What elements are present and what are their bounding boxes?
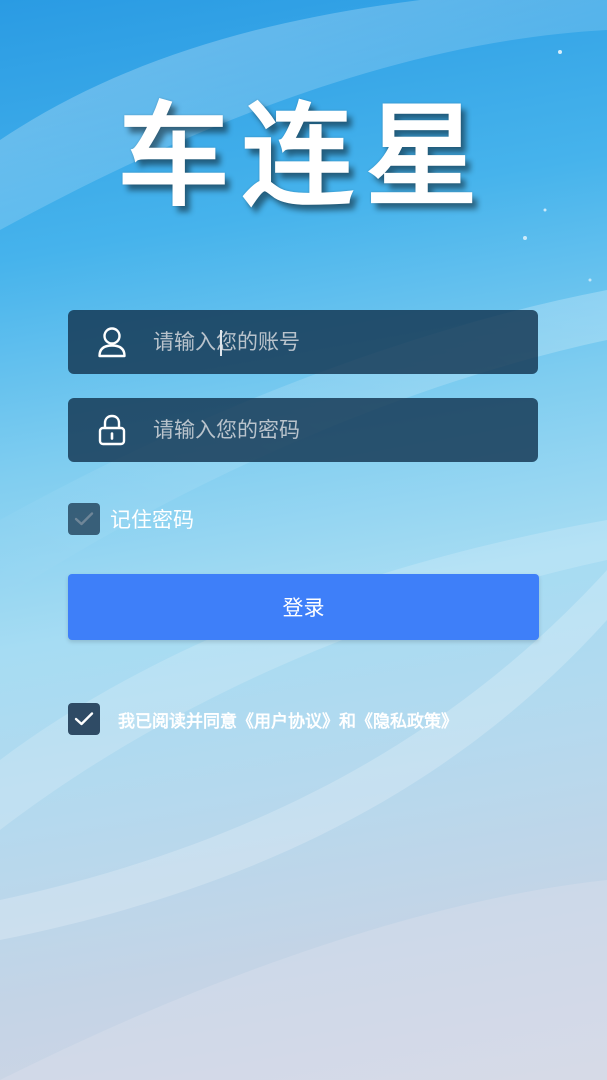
lock-icon <box>92 410 132 450</box>
account-input[interactable] <box>153 330 513 354</box>
user-icon <box>92 322 132 362</box>
remember-label: 记住密码 <box>110 508 194 532</box>
login-button[interactable]: 登录 <box>68 574 539 640</box>
remember-password[interactable]: 记住密码 <box>68 503 194 535</box>
agreement-checkbox[interactable] <box>68 703 100 735</box>
remember-checkbox[interactable] <box>68 503 100 535</box>
password-field[interactable] <box>68 398 538 462</box>
app-title: 车连星 <box>117 92 490 222</box>
check-icon <box>74 712 94 726</box>
agreement-label[interactable]: 我已阅读并同意《用户协议》和《隐私政策》 <box>118 707 458 732</box>
text-cursor <box>220 330 222 356</box>
check-icon <box>74 512 94 526</box>
agreement[interactable]: 我已阅读并同意《用户协议》和《隐私政策》 <box>68 703 458 735</box>
account-field[interactable] <box>68 310 538 374</box>
password-input[interactable] <box>153 418 513 442</box>
